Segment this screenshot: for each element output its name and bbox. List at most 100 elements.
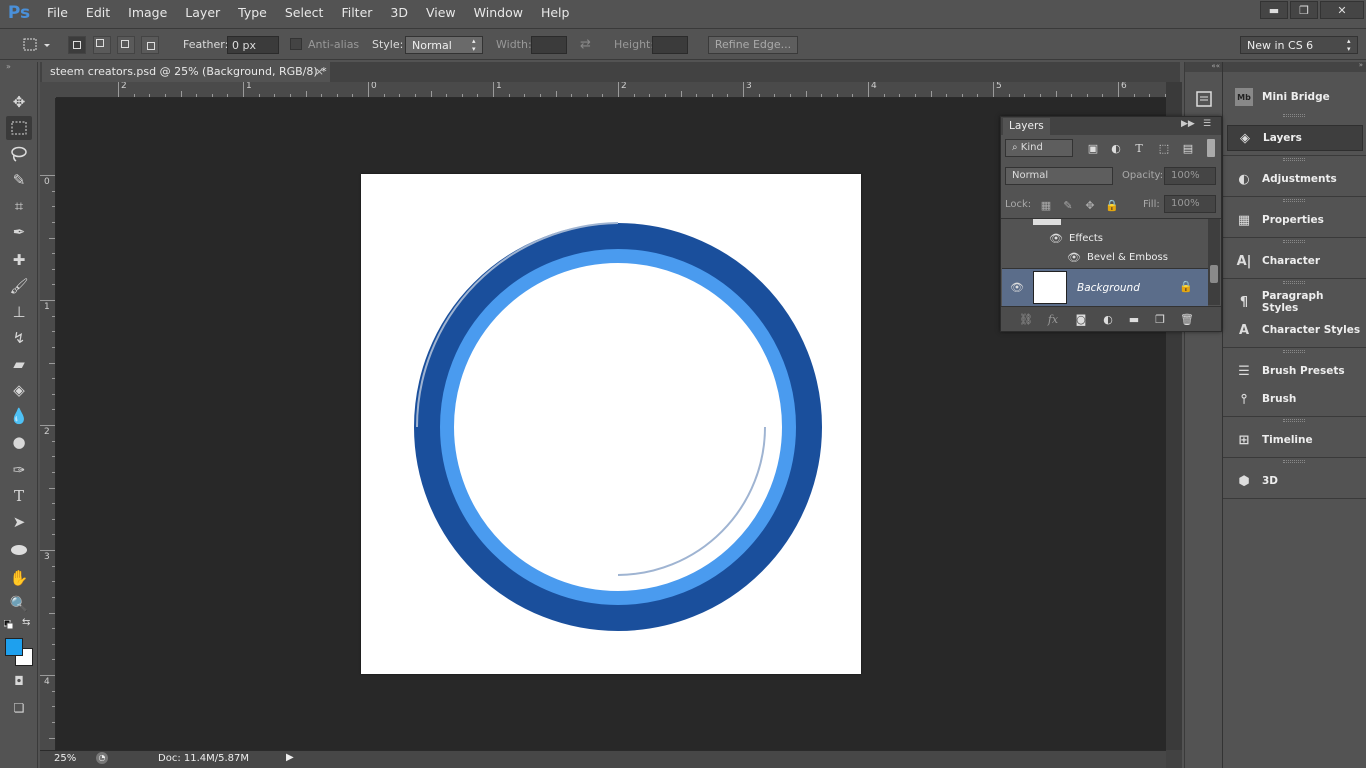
bevel-visibility-eye-icon[interactable]: 👁 xyxy=(1066,251,1082,264)
filter-shape-icon[interactable]: ⬚ xyxy=(1156,140,1172,156)
default-colors-icon[interactable] xyxy=(3,619,14,630)
quick-mask-icon[interactable]: ◘ xyxy=(6,669,32,693)
width-input[interactable] xyxy=(531,36,567,54)
zoom-level[interactable]: 25% xyxy=(54,753,76,764)
filter-type-icon[interactable]: T xyxy=(1131,140,1147,156)
swap-colors-icon[interactable]: ⇆ xyxy=(22,617,30,628)
panel-adjustments[interactable]: ◐ Adjustments xyxy=(1227,166,1363,192)
eyedropper-tool-icon[interactable]: ✒ xyxy=(6,220,32,244)
menu-help[interactable]: Help xyxy=(532,0,579,26)
menu-select[interactable]: Select xyxy=(276,0,333,26)
type-tool-icon[interactable]: T xyxy=(6,484,32,508)
add-selection-icon[interactable] xyxy=(93,36,111,54)
healing-brush-tool-icon[interactable]: ✚ xyxy=(6,248,32,272)
swap-dimensions-icon[interactable]: ⇄ xyxy=(580,37,591,52)
menu-layer[interactable]: Layer xyxy=(176,0,229,26)
horizontal-ruler[interactable]: 2 1 0 1 2 3 4 5 6 xyxy=(56,82,1166,98)
paint-bucket-tool-icon[interactable]: ◈ xyxy=(6,378,32,402)
antialias-checkbox[interactable] xyxy=(290,38,302,50)
hand-tool-icon[interactable]: ✋ xyxy=(6,566,32,590)
filter-smart-object-icon[interactable]: ▤ xyxy=(1180,140,1196,156)
brush-tool-icon[interactable]: 🖌 xyxy=(6,274,32,298)
panel-mini-bridge[interactable]: Mb Mini Bridge xyxy=(1227,84,1363,110)
lock-all-icon[interactable]: 🔒 xyxy=(1104,197,1120,213)
history-panel-icon[interactable] xyxy=(1195,90,1213,108)
path-selection-tool-icon[interactable]: ➤ xyxy=(6,510,32,534)
zoom-tool-icon[interactable]: 🔍 xyxy=(6,592,32,616)
filter-toggle-switch[interactable] xyxy=(1207,139,1215,157)
layers-tab[interactable]: Layers xyxy=(1003,118,1050,135)
new-selection-icon[interactable] xyxy=(68,36,86,54)
status-menu-arrow-icon[interactable]: ▶ xyxy=(286,752,294,763)
fill-input[interactable]: 100% xyxy=(1164,195,1216,213)
panel-layers[interactable]: ◈ Layers xyxy=(1227,125,1363,151)
layers-scrollbar[interactable] xyxy=(1208,219,1220,305)
panel-character-styles[interactable]: A Character Styles xyxy=(1227,317,1363,343)
add-style-fx-icon[interactable]: fx xyxy=(1045,311,1061,327)
style-select[interactable]: Normal xyxy=(405,36,483,54)
layer-visibility-eye-icon[interactable]: 👁 xyxy=(1009,281,1025,294)
panel-timeline[interactable]: ⊞ Timeline xyxy=(1227,427,1363,453)
panel-properties[interactable]: ▦ Properties xyxy=(1227,207,1363,233)
toolbar-collapse-icon[interactable]: » xyxy=(6,62,11,71)
blend-mode-select[interactable]: Normal xyxy=(1005,167,1113,185)
delete-layer-icon[interactable]: 🗑 xyxy=(1179,311,1195,327)
new-group-icon[interactable]: ▬ xyxy=(1126,311,1142,327)
menu-edit[interactable]: Edit xyxy=(77,0,119,26)
bevel-emboss-row[interactable]: 👁 Bevel & Emboss xyxy=(1002,248,1208,268)
dodge-tool-icon[interactable]: ● xyxy=(6,430,32,454)
minimize-button[interactable]: ▬ xyxy=(1260,1,1288,19)
rect-marquee-tool-icon[interactable] xyxy=(6,116,32,140)
vertical-ruler[interactable]: 0 1 2 3 4 xyxy=(40,98,56,750)
subtract-selection-icon[interactable] xyxy=(117,36,135,54)
filter-adjustment-icon[interactable]: ◐ xyxy=(1108,140,1124,156)
clone-stamp-tool-icon[interactable]: ⊥ xyxy=(6,300,32,324)
blur-tool-icon[interactable]: 💧 xyxy=(6,404,32,428)
effects-visibility-eye-icon[interactable]: 👁 xyxy=(1048,232,1064,245)
menu-image[interactable]: Image xyxy=(119,0,176,26)
new-adjustment-layer-icon[interactable]: ◐ xyxy=(1100,311,1116,327)
panel-character[interactable]: A| Character xyxy=(1227,248,1363,274)
layers-panel-header[interactable]: Layers ▶▶ ☰ xyxy=(1001,117,1221,135)
menu-3d[interactable]: 3D xyxy=(381,0,417,26)
add-mask-icon[interactable]: ◙ xyxy=(1073,311,1089,327)
move-tool-icon[interactable]: ✥ xyxy=(6,90,32,114)
link-layers-icon[interactable]: ⛓ xyxy=(1018,311,1034,327)
panel-collapse-icon[interactable]: ▶▶ xyxy=(1181,119,1195,129)
document-canvas[interactable] xyxy=(361,174,861,674)
panel-menu-icon[interactable]: ☰ xyxy=(1203,119,1211,129)
lasso-tool-icon[interactable] xyxy=(6,142,32,166)
panel-paragraph-styles[interactable]: ¶ Paragraph Styles xyxy=(1227,289,1363,315)
history-brush-tool-icon[interactable]: ↯ xyxy=(6,326,32,350)
panel-brush-presets[interactable]: ☰ Brush Presets xyxy=(1227,358,1363,384)
panel-3d[interactable]: ⬢ 3D xyxy=(1227,468,1363,494)
screen-mode-icon[interactable]: ❏ xyxy=(6,696,32,720)
eraser-tool-icon[interactable]: ▰ xyxy=(6,352,32,376)
refine-edge-button[interactable]: Refine Edge... xyxy=(708,36,798,54)
panel-brush[interactable]: ⫯ Brush xyxy=(1227,386,1363,412)
document-tab-close-icon[interactable]: × xyxy=(315,62,324,82)
layer-row-background[interactable]: 👁 Background 🔒 xyxy=(1002,268,1208,306)
intersect-selection-icon[interactable] xyxy=(141,36,159,54)
new-layer-icon[interactable]: ❐ xyxy=(1152,311,1168,327)
menu-view[interactable]: View xyxy=(417,0,465,26)
filter-kind-select[interactable]: ⌕ Kind xyxy=(1005,139,1073,157)
effects-row[interactable]: 👁 Effects xyxy=(1002,229,1208,249)
restore-button[interactable]: ❐ xyxy=(1290,1,1318,19)
menu-type[interactable]: Type xyxy=(229,0,276,26)
feather-input[interactable]: 0 px xyxy=(227,36,279,54)
ruler-origin[interactable] xyxy=(40,82,56,98)
pen-tool-icon[interactable]: ✑ xyxy=(6,458,32,482)
menu-window[interactable]: Window xyxy=(465,0,532,26)
status-info-icon[interactable]: ◔ xyxy=(96,752,108,764)
close-button[interactable]: ✕ xyxy=(1320,1,1364,19)
document-tab[interactable]: steem creators.psd @ 25% (Background, RG… xyxy=(42,62,330,82)
marquee-preset-icon[interactable] xyxy=(22,37,52,53)
height-input[interactable] xyxy=(652,36,688,54)
ellipse-tool-icon[interactable] xyxy=(6,538,32,562)
quick-select-tool-icon[interactable]: ✎ xyxy=(6,168,32,192)
crop-tool-icon[interactable]: ⌗ xyxy=(6,194,32,218)
lock-position-icon[interactable]: ✥ xyxy=(1082,197,1098,213)
menu-file[interactable]: File xyxy=(38,0,77,26)
lock-image-icon[interactable]: ✎ xyxy=(1060,197,1076,213)
